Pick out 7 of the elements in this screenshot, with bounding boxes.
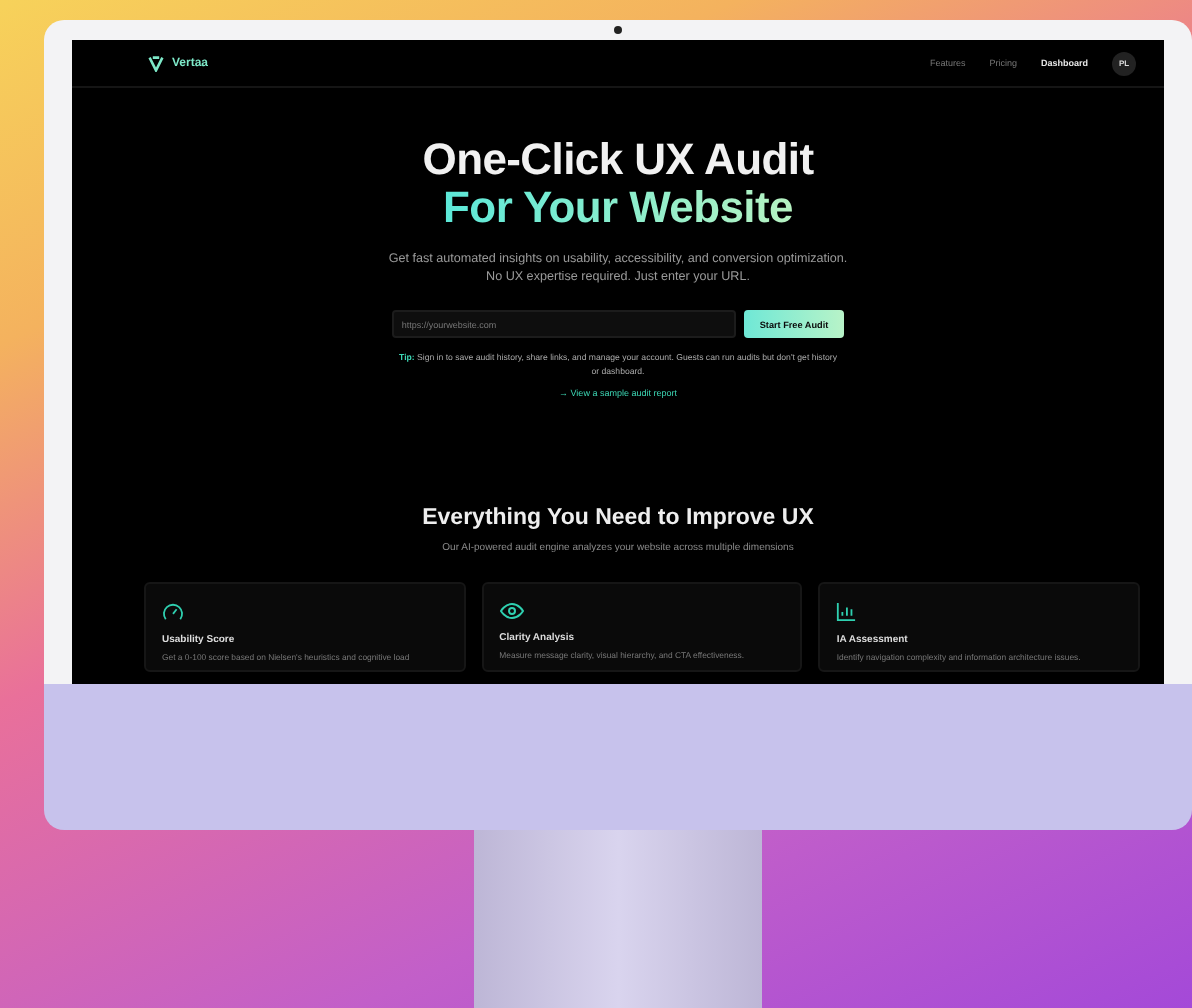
bar-chart-icon <box>836 602 857 622</box>
section-heading: Everything You Need to Improve UX <box>422 506 814 530</box>
hero-title: One-Click UX Audit <box>422 136 814 184</box>
eye-icon <box>499 602 524 620</box>
gauge-icon <box>162 602 184 622</box>
logo-icon <box>148 55 164 71</box>
camera-dot <box>614 26 622 34</box>
